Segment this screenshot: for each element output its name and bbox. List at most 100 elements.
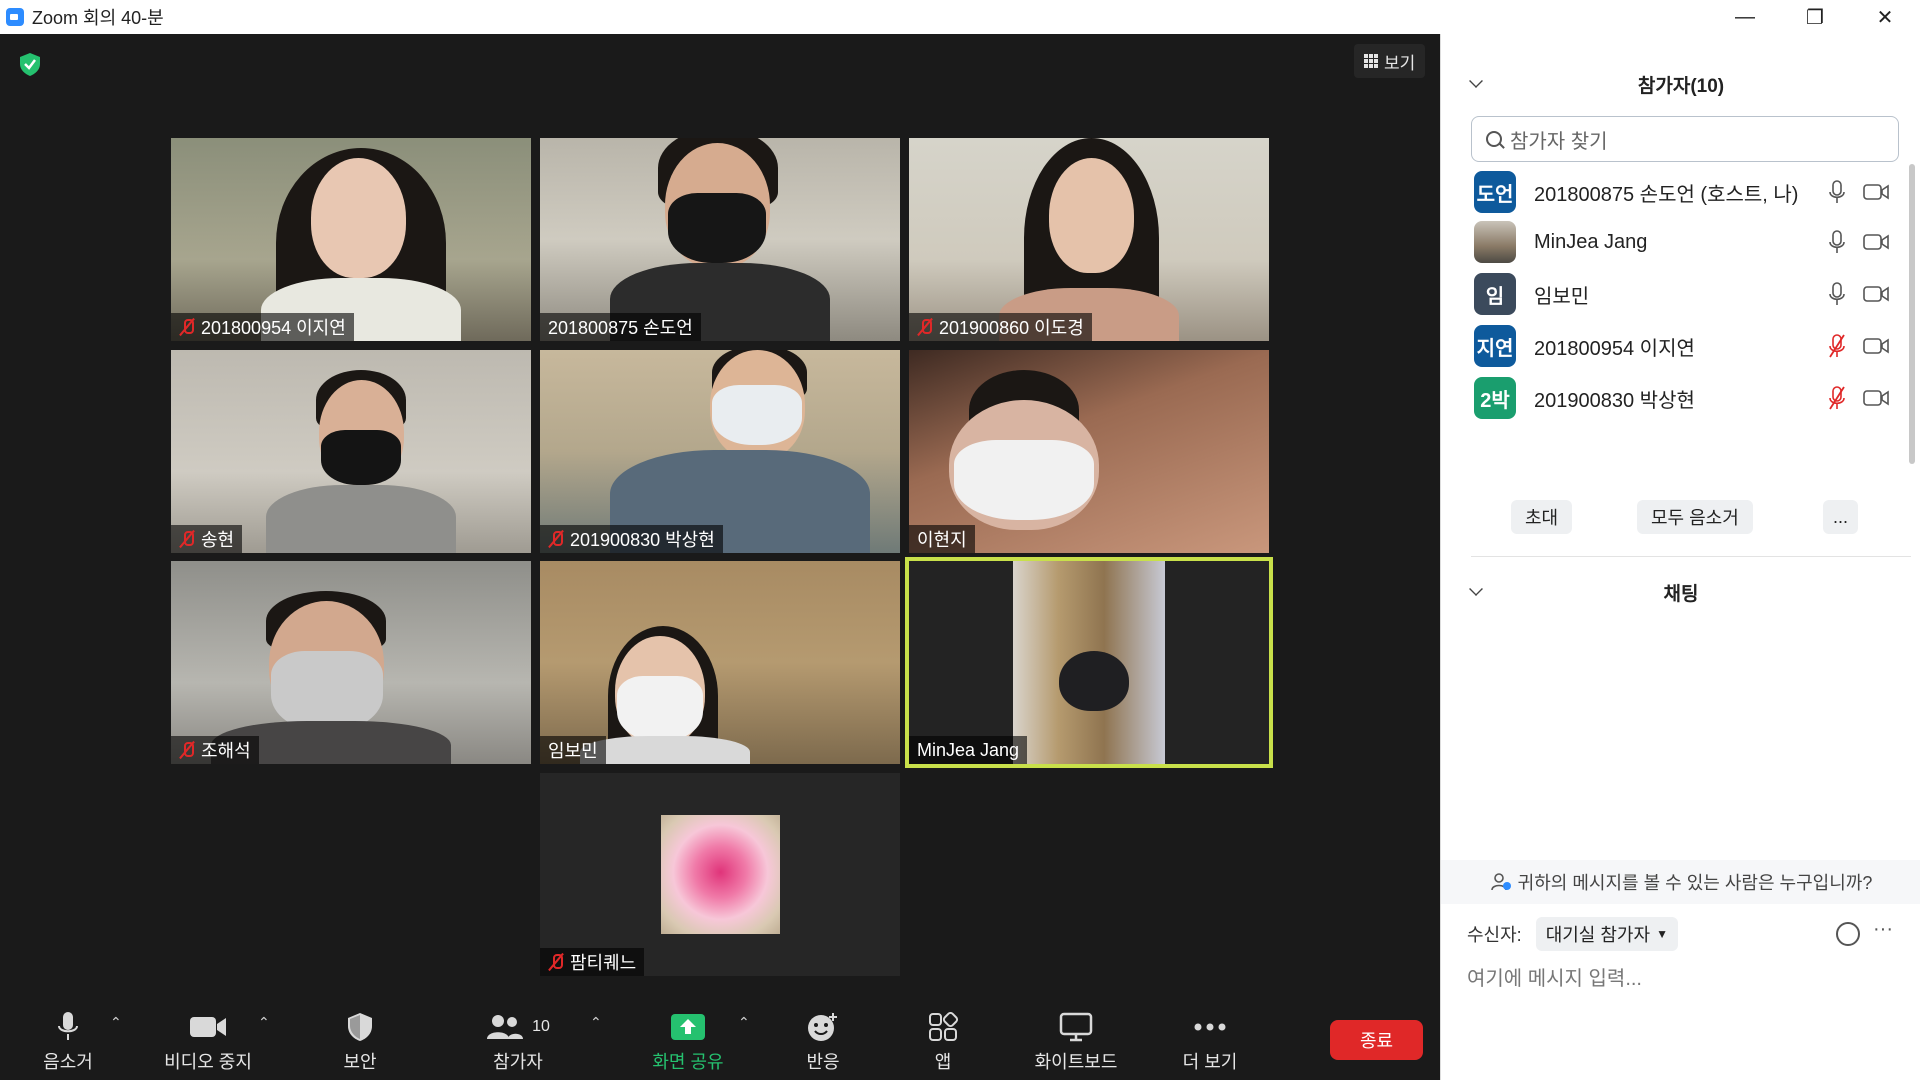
- microphone-icon[interactable]: [1829, 180, 1845, 204]
- video-tile[interactable]: 201900860 이도경: [909, 138, 1269, 341]
- invite-button[interactable]: 초대: [1511, 500, 1573, 534]
- security-button[interactable]: 보안: [300, 1010, 420, 1074]
- participants-icon: [487, 1015, 524, 1039]
- participant-row-name: 임보민: [1534, 285, 1590, 308]
- participant-name-tag: 임보민: [540, 736, 606, 764]
- minimize-button[interactable]: —: [1710, 0, 1780, 34]
- participant-search-input[interactable]: 참가자 찾기: [1471, 116, 1899, 162]
- video-camera-icon: [190, 1017, 226, 1037]
- audio-options-caret-icon[interactable]: ⌃: [110, 1014, 122, 1031]
- panel-divider: [1471, 556, 1911, 557]
- recipient-row: 수신자: 대기실 참가자 ▼: [1467, 916, 1678, 952]
- restore-button[interactable]: ❐: [1780, 0, 1850, 34]
- whiteboard-icon: [1059, 1012, 1093, 1042]
- grid-view-icon: [1364, 54, 1378, 68]
- share-screen-icon: [671, 1014, 705, 1040]
- apps-icon: [929, 1012, 958, 1041]
- share-screen-button[interactable]: 화면 공유: [628, 1010, 748, 1074]
- apps-button[interactable]: 앱: [883, 1010, 1003, 1074]
- video-tile[interactable]: 201900830 박상현: [540, 350, 900, 553]
- reactions-button[interactable]: 반응: [763, 1010, 883, 1074]
- right-sidebar: 참가자(10) 참가자 찾기 도언 201800875 손도언 (호스트, 나)…: [1440, 34, 1920, 1080]
- video-camera-icon[interactable]: [1863, 233, 1889, 251]
- video-options-caret-icon[interactable]: ⌃: [258, 1014, 270, 1031]
- participant-row-name: 201800875 손도언 (호스트, 나): [1534, 183, 1799, 206]
- participants-options-caret-icon[interactable]: ⌃: [590, 1014, 602, 1031]
- video-camera-icon[interactable]: [1863, 389, 1889, 407]
- video-tile[interactable]: 201800954 이지연: [171, 138, 531, 341]
- participant-name: 조해석: [201, 741, 251, 761]
- whiteboard-button[interactable]: 화이트보드: [1016, 1010, 1136, 1074]
- recipient-label: 수신자:: [1467, 925, 1522, 945]
- muted-microphone-icon[interactable]: [1829, 386, 1845, 410]
- encryption-shield-icon[interactable]: [16, 50, 44, 78]
- emoji-icon[interactable]: [1836, 922, 1860, 946]
- chat-visibility-notice[interactable]: 귀하의 메시지를 볼 수 있는 사람은 누구입니까?: [1441, 860, 1920, 904]
- more-button[interactable]: 더 보기: [1150, 1010, 1270, 1074]
- participant-name-tag: 201900830 박상현: [540, 525, 723, 553]
- window-title: Zoom 회의 40-분: [32, 8, 164, 28]
- participant-row[interactable]: 2박 201900830 박상현: [1441, 370, 1911, 426]
- video-tile[interactable]: 조해석: [171, 561, 531, 764]
- reaction-smiley-icon: [808, 1013, 837, 1041]
- apps-label: 앱: [934, 1052, 952, 1072]
- muted-microphone-icon[interactable]: [1829, 334, 1845, 358]
- chevron-down-icon: ▼: [1656, 927, 1668, 941]
- participant-name-tag: 조해석: [171, 736, 259, 764]
- stop-video-label: 비디오 중지: [164, 1052, 252, 1072]
- video-tile[interactable]: 팜티퀘느: [540, 773, 900, 976]
- recipient-value: 대기실 참가자: [1545, 925, 1651, 945]
- rose-avatar-image: [661, 815, 780, 934]
- participant-row-name: MinJea Jang: [1534, 230, 1648, 253]
- close-button[interactable]: ✕: [1850, 0, 1920, 34]
- person-info-icon: [1490, 873, 1511, 891]
- end-meeting-button[interactable]: 종료: [1330, 1020, 1423, 1060]
- whiteboard-label: 화이트보드: [1034, 1052, 1118, 1072]
- title-bar: Zoom 회의 40-분 — ❐ ✕: [0, 0, 1920, 34]
- participants-more-button[interactable]: ...: [1823, 500, 1859, 534]
- participant-name: 201900860 이도경: [939, 318, 1084, 338]
- video-camera-icon[interactable]: [1863, 183, 1889, 201]
- avatar: [1474, 221, 1516, 263]
- microphone-icon[interactable]: [1829, 282, 1845, 306]
- security-label: 보안: [343, 1052, 377, 1072]
- share-screen-label: 화면 공유: [652, 1052, 724, 1072]
- participant-row[interactable]: 지연 201800954 이지연: [1441, 318, 1911, 374]
- video-tile[interactable]: 임보민: [540, 561, 900, 764]
- participant-name: 송현: [201, 530, 235, 550]
- mute-all-button[interactable]: 모두 음소거: [1637, 500, 1753, 534]
- share-options-caret-icon[interactable]: ⌃: [738, 1014, 750, 1031]
- participant-row-name: 201900830 박상현: [1534, 389, 1695, 412]
- view-button[interactable]: 보기: [1354, 44, 1426, 78]
- participants-label: 참가자: [493, 1052, 543, 1072]
- muted-mic-icon: [179, 530, 195, 548]
- participants-button[interactable]: 10 참가자: [458, 1010, 578, 1074]
- chat-more-icon[interactable]: ···: [1873, 918, 1893, 941]
- view-label: 보기: [1384, 53, 1416, 73]
- stop-video-button[interactable]: 비디오 중지: [148, 1010, 268, 1074]
- participants-panel-header: 참가자(10): [1441, 66, 1920, 102]
- video-camera-icon[interactable]: [1863, 285, 1889, 303]
- participants-count: 10: [532, 1018, 550, 1035]
- video-camera-icon[interactable]: [1863, 337, 1889, 355]
- more-dots-icon: [1194, 1023, 1226, 1031]
- participant-name: 임보민: [548, 741, 598, 761]
- microphone-icon[interactable]: [1829, 230, 1845, 254]
- security-shield-icon: [348, 1013, 372, 1041]
- participant-name: 팜티퀘느: [570, 953, 637, 973]
- video-tile[interactable]: 201800875 손도언: [540, 138, 900, 341]
- collapse-chat-chevron-icon[interactable]: [1469, 582, 1483, 596]
- muted-mic-icon: [917, 318, 933, 336]
- participants-panel-title: 참가자(10): [1637, 75, 1725, 97]
- participants-scrollbar[interactable]: [1909, 164, 1915, 464]
- video-tile[interactable]: 송현: [171, 350, 531, 553]
- participant-row[interactable]: MinJea Jang: [1441, 214, 1911, 270]
- muted-mic-icon: [548, 530, 564, 548]
- collapse-participants-chevron-icon[interactable]: [1469, 74, 1483, 88]
- chat-message-input[interactable]: 여기에 메시지 입력...: [1467, 962, 1642, 991]
- participant-row[interactable]: 임 임보민: [1441, 266, 1911, 322]
- muted-mic-icon: [548, 953, 564, 971]
- recipient-select[interactable]: 대기실 참가자 ▼: [1535, 917, 1678, 951]
- video-tile[interactable]: 이현지: [909, 350, 1269, 553]
- participant-row[interactable]: 도언 201800875 손도언 (호스트, 나): [1441, 164, 1911, 220]
